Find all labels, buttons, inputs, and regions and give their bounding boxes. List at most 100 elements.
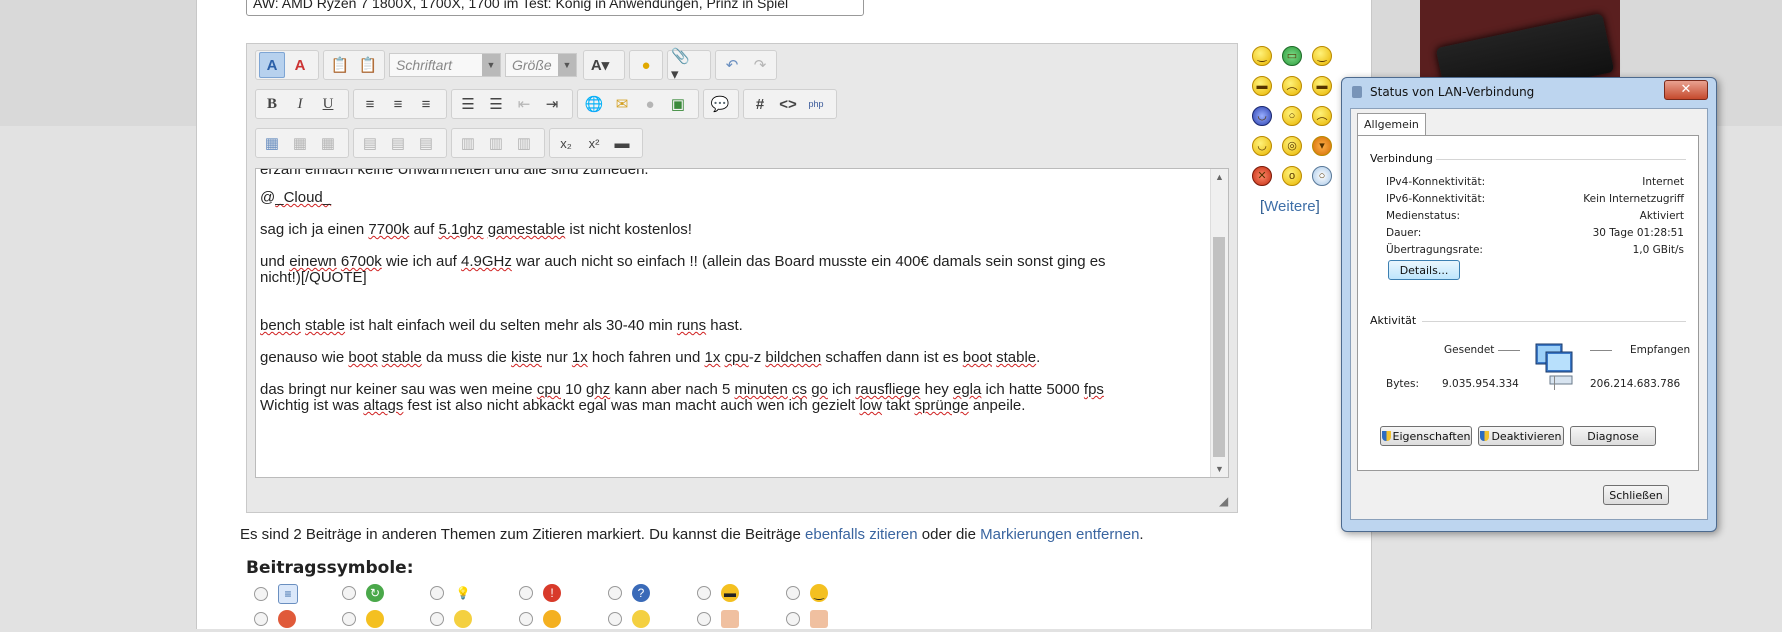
paste-text-icon[interactable]: 📋 [355, 52, 381, 78]
rolleyes-icon[interactable]: ◎ [1282, 136, 1302, 156]
post-icon-radio[interactable] [786, 612, 800, 626]
eek-icon[interactable]: ○ [1282, 106, 1302, 126]
happy-icon[interactable]: ◡ [1252, 136, 1272, 156]
subscript-icon[interactable]: x₂ [553, 130, 579, 156]
connection-row-label: Dauer: [1386, 227, 1422, 239]
post-icon-radio[interactable] [254, 612, 268, 626]
indent-icon[interactable]: ⇥ [539, 91, 565, 117]
document-icon: ≡ [278, 584, 298, 604]
font-family-select[interactable]: Schriftart ▼ [389, 53, 501, 77]
laugh-icon[interactable]: ◡ [1252, 106, 1272, 126]
post-icon-radio[interactable] [430, 612, 444, 626]
hash-icon[interactable]: # [747, 91, 773, 117]
italic-icon[interactable]: I [287, 91, 313, 117]
post-icon-radio[interactable] [254, 587, 268, 601]
resize-grip-icon[interactable]: ◢ [1219, 494, 1233, 508]
misspelled-word: bildchen [765, 349, 822, 366]
connection-row-label: Medienstatus: [1386, 210, 1461, 222]
table-row-icon[interactable]: ▦ [287, 130, 313, 156]
cool-smiley-icon: ▬ [721, 584, 739, 602]
text-segment: war auch nicht so einfach !! (allein das… [511, 253, 1106, 270]
undo-icon[interactable]: ↶ [719, 52, 745, 78]
post-icon-radio[interactable] [697, 586, 711, 600]
more-smilies-link[interactable]: Weitere [1264, 198, 1315, 215]
cool-icon[interactable]: ▬ [1312, 76, 1332, 96]
mad-icon[interactable]: ✕ [1252, 166, 1272, 186]
post-icon-radio[interactable] [342, 586, 356, 600]
close-window-button[interactable]: ✕ [1664, 80, 1708, 100]
divider [1554, 376, 1555, 390]
font-color-icon[interactable]: A▾ [587, 52, 613, 78]
remove-format-icon[interactable]: A [287, 52, 313, 78]
dialog-titlebar[interactable]: Status von LAN-Verbindung ✕ [1342, 78, 1716, 106]
wink-icon[interactable]: ‿ [1312, 46, 1332, 66]
email-icon[interactable]: ✉ [609, 91, 635, 117]
frown-icon[interactable]: ○ [1312, 166, 1332, 186]
table-delete-icon[interactable]: ▦ [315, 130, 341, 156]
message-textarea[interactable]: erzähl einfach keine Unwahrheiten und al… [255, 168, 1229, 478]
post-icon-radio[interactable] [608, 586, 622, 600]
align-right-icon[interactable]: ≡ [413, 91, 439, 117]
close-button[interactable]: Schließen [1603, 485, 1669, 505]
image-icon[interactable]: ▣ [665, 91, 691, 117]
font-size-select[interactable]: Größe ▼ [505, 53, 577, 77]
quote-icon[interactable]: 💬 [707, 91, 733, 117]
scroll-up-icon[interactable]: ▲ [1211, 169, 1228, 185]
horizontal-rule-icon[interactable]: ▬ [609, 130, 635, 156]
post-icon-radio[interactable] [608, 612, 622, 626]
underline-icon[interactable]: U [315, 91, 341, 117]
details-button[interactable]: Details... [1388, 260, 1460, 280]
align-left-icon[interactable]: ≡ [357, 91, 383, 117]
devil-icon[interactable]: ▾ [1312, 136, 1332, 156]
post-icon-radio[interactable] [342, 612, 356, 626]
scroll-down-icon[interactable]: ▼ [1211, 461, 1228, 477]
sad-icon[interactable]: ︵ [1312, 106, 1332, 126]
editor-scrollbar[interactable]: ▲ ▼ [1210, 169, 1228, 477]
text-segment: nicht!)[/QUOTE] [260, 269, 367, 286]
insert-col-right-icon[interactable]: ▥ [483, 130, 509, 156]
outdent-icon[interactable]: ⇤ [511, 91, 537, 117]
grin-icon[interactable]: ▭ [1282, 46, 1302, 66]
quote-also-link[interactable]: ebenfalls zitieren [805, 526, 918, 543]
php-icon[interactable]: php [803, 91, 829, 117]
delete-row-icon[interactable]: ▤ [413, 130, 439, 156]
redo-icon[interactable]: ↷ [747, 52, 773, 78]
tab-general[interactable]: Allgemein [1357, 113, 1426, 136]
insert-row-above-icon[interactable]: ▤ [357, 130, 383, 156]
attachment-icon[interactable]: 📎▾ [671, 48, 697, 83]
toolbar-group-style: B I U [255, 89, 349, 119]
link-icon[interactable]: 🌐 [581, 91, 607, 117]
post-icon-radio[interactable] [786, 586, 800, 600]
misspelled-word: stable [305, 317, 346, 334]
wysiwyg-mode-icon[interactable]: A [259, 52, 285, 78]
code-icon[interactable]: <> [775, 91, 801, 117]
remove-marks-link[interactable]: Markierungen entfernen [980, 526, 1139, 543]
insert-row-below-icon[interactable]: ▤ [385, 130, 411, 156]
delete-col-icon[interactable]: ▥ [511, 130, 537, 156]
text-segment: ich [827, 381, 856, 398]
surprised-icon[interactable]: o [1282, 166, 1302, 186]
align-center-icon[interactable]: ≡ [385, 91, 411, 117]
post-icon-radio[interactable] [519, 612, 533, 626]
unlink-icon[interactable]: ● [637, 91, 663, 117]
unordered-list-icon[interactable]: ☰ [483, 91, 509, 117]
tongue-smiley-icon [543, 610, 561, 628]
smiley-icon[interactable]: ● [633, 52, 659, 78]
post-icon-radio[interactable] [519, 586, 533, 600]
paste-icon[interactable]: 📋 [327, 52, 353, 78]
tongue-icon[interactable]: ▬ [1252, 76, 1272, 96]
post-icon-radio[interactable] [697, 612, 711, 626]
diagnose-button[interactable]: Diagnose [1570, 426, 1656, 446]
ordered-list-icon[interactable]: ☰ [455, 91, 481, 117]
bold-icon[interactable]: B [259, 91, 285, 117]
superscript-icon[interactable]: x² [581, 130, 607, 156]
post-icon-radio[interactable] [430, 586, 444, 600]
table-icon[interactable]: ▦ [259, 130, 285, 156]
smile-icon[interactable]: ‿ [1252, 46, 1272, 66]
scrollbar-thumb[interactable] [1213, 237, 1225, 457]
properties-button[interactable]: Eigenschaften [1380, 426, 1472, 446]
deactivate-button[interactable]: Deaktivieren [1478, 426, 1564, 446]
subject-input[interactable]: AW: AMD Ryzen 7 1800X, 1700X, 1700 im Te… [246, 0, 864, 16]
confused-icon[interactable]: ︵ [1282, 76, 1302, 96]
insert-col-left-icon[interactable]: ▥ [455, 130, 481, 156]
